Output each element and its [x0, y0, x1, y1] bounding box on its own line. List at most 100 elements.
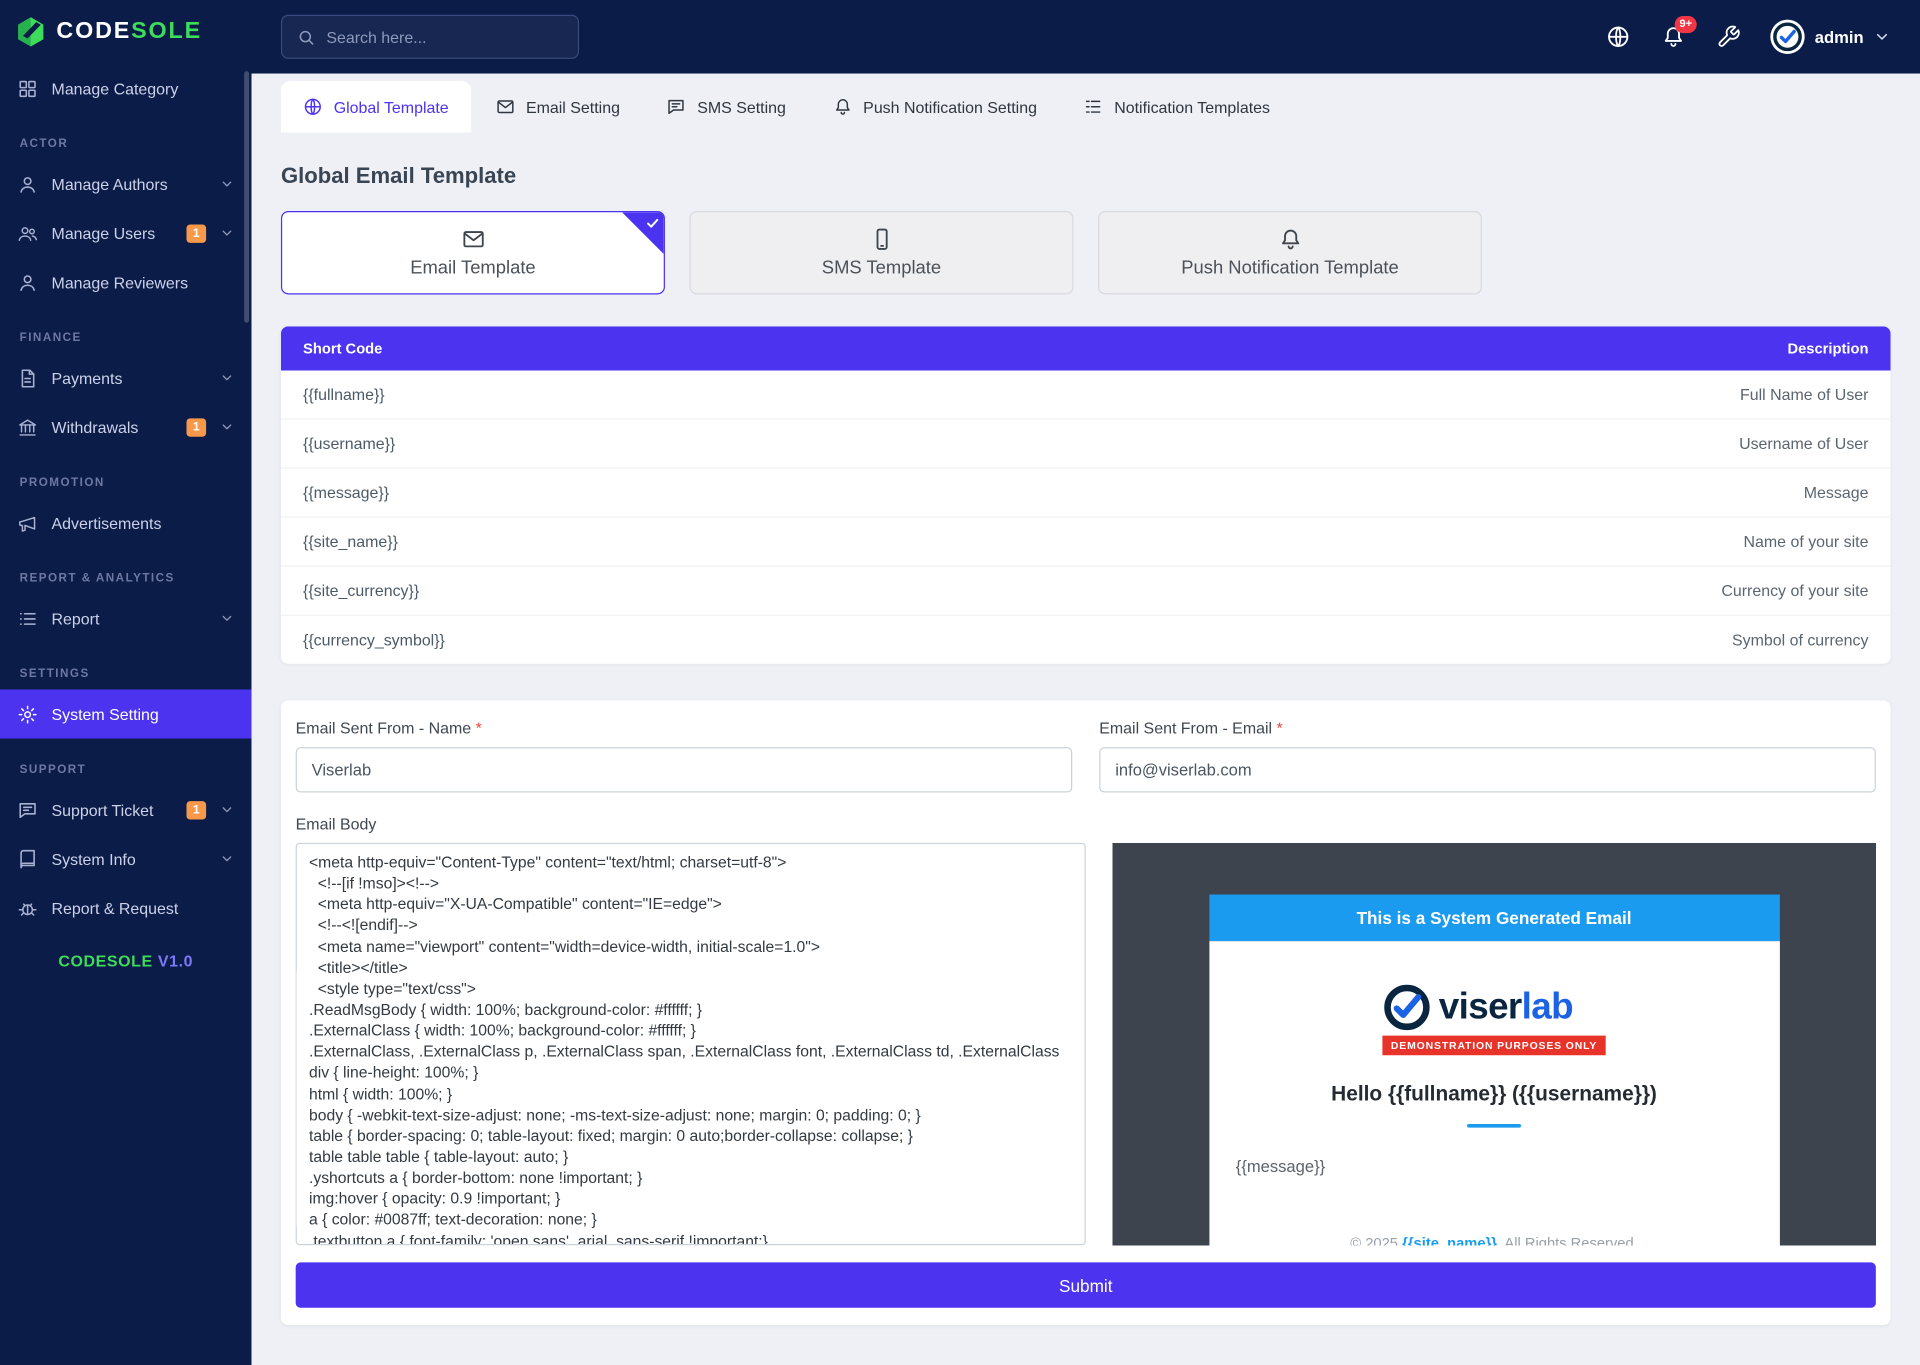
brand-name-sole: SOLE [131, 18, 202, 44]
tab-notification-templates[interactable]: Notification Templates [1061, 81, 1292, 133]
sms-template-card[interactable]: SMS Template [689, 211, 1073, 294]
brand-logo-icon [15, 16, 47, 48]
required-asterisk: * [476, 719, 482, 737]
settings-tabbar: Global Template Email Setting SMS Settin… [252, 74, 1920, 133]
tab-label: Push Notification Setting [863, 98, 1037, 116]
tab-label: Notification Templates [1114, 98, 1270, 116]
version-number: V1.0 [158, 952, 193, 970]
sidebar-item-label: Advertisements [52, 513, 235, 531]
shortcode-value: {{message}} [303, 483, 389, 501]
sender-email-input[interactable] [1099, 747, 1876, 792]
sidebar-item-manage-users[interactable]: Manage Users 1 [0, 209, 252, 258]
search-icon [297, 28, 315, 46]
sidebar-item-manage-category[interactable]: Manage Category [0, 64, 252, 113]
table-row: {{fullname}} Full Name of User [281, 371, 1891, 420]
column-description: Description [1787, 340, 1868, 357]
globe-icon [303, 97, 323, 117]
version-brand: CODESOLE [58, 952, 152, 970]
sidebar-item-withdrawals[interactable]: Withdrawals 1 [0, 402, 252, 451]
submit-button[interactable]: Submit [296, 1262, 1876, 1307]
logo-lab-text: lab [1522, 986, 1573, 1026]
sender-name-label: Email Sent From - Name * [296, 719, 1073, 737]
label-text: Email Sent From - Name [296, 719, 471, 737]
sidebar-item-label: Manage Category [52, 79, 235, 97]
system-generated-banner: This is a System Generated Email [1209, 894, 1779, 941]
author-user-icon [17, 174, 38, 195]
system-tools-button[interactable] [1715, 24, 1741, 50]
sidebar-item-label: Manage Reviewers [52, 273, 235, 291]
tab-email-setting[interactable]: Email Setting [473, 81, 642, 133]
table-row: {{username}} Username of User [281, 420, 1891, 469]
sidebar-item-system-setting[interactable]: System Setting [0, 689, 252, 738]
sidebar-item-report[interactable]: Report [0, 594, 252, 643]
avatar-check-logo-icon [1772, 21, 1804, 53]
category-grid-icon [17, 78, 38, 99]
sidebar-item-label: Manage Users [52, 224, 173, 242]
template-card-label: SMS Template [822, 258, 941, 279]
logo-viser-text: viser [1439, 986, 1522, 1026]
sender-email-label: Email Sent From - Email * [1099, 719, 1876, 737]
sidebar-scrollbar[interactable] [244, 71, 249, 323]
bell-icon [1278, 227, 1303, 252]
sidebar-item-advertisements[interactable]: Advertisements [0, 498, 252, 547]
shortcode-description: Name of your site [1743, 532, 1868, 550]
email-body-label: Email Body [296, 815, 1876, 833]
email-preview-panel[interactable]: This is a System Generated Email viserla… [1113, 843, 1876, 1245]
email-preview-body: viserlab DEMONSTRATION PURPOSES ONLY Hel… [1209, 941, 1779, 1245]
push-notification-template-card[interactable]: Push Notification Template [1098, 211, 1482, 294]
sidebar-item-label: Report & Request [52, 899, 235, 917]
sender-name-input[interactable] [296, 747, 1073, 792]
avatar [1771, 20, 1805, 54]
tab-push-notification-setting[interactable]: Push Notification Setting [810, 81, 1059, 133]
gear-icon [17, 704, 38, 725]
book-icon [17, 848, 38, 869]
main-area: 9+ admin [252, 0, 1920, 1365]
viserlab-logo: viserlab DEMONSTRATION PURPOSES ONLY [1383, 983, 1606, 1055]
sidebar-item-manage-authors[interactable]: Manage Authors [0, 159, 252, 208]
sidebar: CODESOLE Manage Category ACTOR Manage Au… [0, 0, 252, 1365]
email-template-form: Email Sent From - Name * Email Sent From… [281, 701, 1891, 1325]
viserlab-check-icon [1383, 983, 1432, 1032]
sidebar-item-report-request[interactable]: Report & Request [0, 883, 252, 932]
language-globe-button[interactable] [1605, 24, 1631, 50]
email-body-code-editor[interactable]: <meta http-equiv="Content-Type" content=… [296, 843, 1086, 1245]
template-card-label: Email Template [410, 258, 535, 279]
ticket-chat-icon [17, 799, 38, 820]
preview-divider [1467, 1124, 1521, 1128]
sidebar-section-settings: SETTINGS [0, 643, 252, 690]
footer-site-link[interactable]: {{site_name}} [1402, 1234, 1497, 1245]
table-row: {{message}} Message [281, 469, 1891, 518]
sidebar-item-label: System Setting [52, 705, 235, 723]
sidebar-section-support: SUPPORT [0, 739, 252, 786]
notifications-button[interactable]: 9+ [1660, 24, 1686, 50]
column-shortcode: Short Code [303, 340, 382, 357]
sidebar-section-promotion: PROMOTION [0, 451, 252, 498]
tab-label: Global Template [334, 98, 449, 116]
tab-global-template[interactable]: Global Template [281, 81, 471, 133]
globe-icon [1606, 25, 1631, 50]
sidebar-item-payments[interactable]: Payments [0, 353, 252, 402]
sidebar-item-manage-reviewers[interactable]: Manage Reviewers [0, 258, 252, 307]
sidebar-item-system-info[interactable]: System Info [0, 834, 252, 883]
shortcode-value: {{fullname}} [303, 385, 385, 403]
sidebar-item-support-ticket[interactable]: Support Ticket 1 [0, 785, 252, 834]
shortcode-value: {{site_name}} [303, 532, 398, 550]
chevron-down-icon [220, 611, 235, 626]
tab-label: SMS Setting [697, 98, 786, 116]
search-input[interactable] [326, 28, 563, 46]
users-icon [17, 223, 38, 244]
bell-icon [833, 97, 853, 117]
email-template-card[interactable]: Email Template [281, 211, 665, 294]
reviewer-user-icon [17, 272, 38, 293]
template-type-cards: Email Template SMS Template Push Notific… [281, 211, 1891, 294]
search-box[interactable] [281, 15, 579, 59]
user-menu[interactable]: admin [1771, 20, 1891, 54]
sender-fields: Email Sent From - Name * Email Sent From… [296, 719, 1876, 793]
footer-rights-text: . All Rights Reserved. [1497, 1234, 1638, 1245]
shortcode-value: {{username}} [303, 434, 395, 452]
shortcode-table-header: Short Code Description [281, 326, 1891, 370]
tab-sms-setting[interactable]: SMS Setting [644, 81, 807, 133]
sidebar-nav: Manage Category ACTOR Manage Authors Man… [0, 64, 252, 933]
topbar-actions: 9+ admin [1605, 20, 1891, 54]
brand-logo[interactable]: CODESOLE [0, 0, 252, 64]
